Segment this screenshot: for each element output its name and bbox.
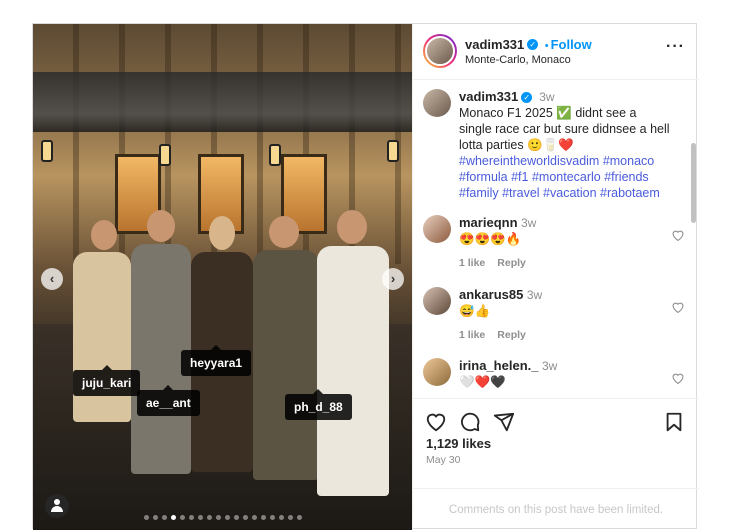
carousel-dot xyxy=(233,515,239,520)
person-head xyxy=(147,210,175,242)
carousel-dot xyxy=(197,515,203,520)
carousel-dot xyxy=(260,515,266,520)
carousel-dot xyxy=(170,515,176,520)
author-username[interactable]: vadim331 xyxy=(465,37,524,52)
lamp xyxy=(159,144,171,166)
post-header: vadim331 ✓ • Follow Monte-Carlo, Monaco ··… xyxy=(413,24,699,80)
more-options-button[interactable]: ··· xyxy=(666,38,685,56)
post-dialog: juju_kari ae__ant heyyara1 ph_d_88 ‹ › v… xyxy=(32,23,699,530)
comment-time: 3w xyxy=(521,216,537,230)
comment-meta: 1 like Reply xyxy=(459,327,671,343)
heart-icon[interactable] xyxy=(425,411,447,433)
person-head xyxy=(337,210,367,244)
post-photo[interactable]: juju_kari ae__ant heyyara1 ph_d_88 ‹ › xyxy=(33,24,412,530)
comment-username[interactable]: ankarus85 xyxy=(459,287,523,302)
carousel-dot xyxy=(161,515,167,520)
user-tag[interactable]: ae__ant xyxy=(137,385,200,416)
carousel-dot xyxy=(224,515,230,520)
person-head xyxy=(209,216,235,250)
comments-limited-notice: Comments on this post have been limited. xyxy=(413,488,699,530)
user-tag[interactable]: heyyara1 xyxy=(181,345,252,376)
caption-time: 3w xyxy=(539,90,555,104)
caption-body: vadim331 ✓ 3w Monaco F1 2025 ✅ didnt see … xyxy=(459,89,671,201)
bookmark-icon[interactable] xyxy=(663,411,685,433)
person-head xyxy=(269,216,299,248)
author-line: vadim331 ✓ • Follow xyxy=(465,36,592,54)
comment-text: 😍😍😍🔥 xyxy=(459,232,522,246)
comment-meta: 1 like Reply xyxy=(459,255,671,271)
comment-time: 3w xyxy=(541,359,558,373)
separator-dot: • xyxy=(544,40,549,52)
carousel-dot xyxy=(143,515,149,520)
caption-username[interactable]: vadim331 xyxy=(459,89,518,104)
lamp xyxy=(269,144,281,166)
carousel-dot xyxy=(287,515,293,520)
reply-button[interactable]: Reply xyxy=(497,329,526,341)
comment-text: 😅👍 xyxy=(459,304,491,318)
verified-badge-icon: ✓ xyxy=(521,92,533,104)
comments-list[interactable]: vadim331 ✓ 3w Monaco F1 2025 ✅ didnt see … xyxy=(413,81,699,397)
avatar[interactable] xyxy=(425,36,455,66)
share-icon[interactable] xyxy=(493,411,515,433)
next-photo-button[interactable]: › xyxy=(382,268,404,290)
post-side-panel: vadim331 ✓ • Follow Monte-Carlo, Monaco ··… xyxy=(412,24,699,530)
post-location[interactable]: Monte-Carlo, Monaco xyxy=(465,54,571,66)
comment-username[interactable]: marieqnn xyxy=(459,215,518,230)
comment-text: 🤍❤️🖤 xyxy=(459,375,506,389)
lamp xyxy=(387,140,399,162)
comment-likes[interactable]: 1 like xyxy=(459,257,485,269)
heart-icon[interactable] xyxy=(671,229,685,241)
post-date[interactable]: May 30 xyxy=(426,454,460,466)
awning xyxy=(33,72,412,132)
reply-button[interactable]: Reply xyxy=(497,257,526,269)
person xyxy=(73,252,131,422)
person-head xyxy=(91,220,117,250)
carousel-dot xyxy=(296,515,302,520)
carousel-dot xyxy=(188,515,194,520)
comment-likes[interactable]: 1 like xyxy=(459,329,485,341)
previous-photo-button[interactable]: ‹ xyxy=(41,268,63,290)
avatar[interactable] xyxy=(423,89,451,117)
follow-button[interactable]: Follow xyxy=(551,37,592,52)
carousel-indicator xyxy=(33,515,412,520)
caption-hashtags[interactable]: #whereintheworldisvadim #monaco #formula… xyxy=(459,153,671,201)
comment-body: ankarus85 3w 😅👍 1 like Reply xyxy=(459,287,671,343)
avatar[interactable] xyxy=(423,287,451,315)
avatar[interactable] xyxy=(423,358,451,386)
carousel-dot xyxy=(251,515,257,520)
heart-icon[interactable] xyxy=(671,372,685,384)
comment-icon[interactable] xyxy=(459,411,481,433)
user-tag[interactable]: ph_d_88 xyxy=(285,389,352,420)
comment-time: 3w xyxy=(526,288,543,302)
person xyxy=(317,246,389,496)
comments-scrollbar[interactable] xyxy=(691,143,696,223)
heart-icon[interactable] xyxy=(671,301,685,313)
caption-text: Monaco F1 2025 ✅ didnt see a single race… xyxy=(459,106,670,152)
author-avatar-ring[interactable] xyxy=(423,34,457,68)
carousel-dot xyxy=(206,515,212,520)
verified-badge-icon: ✓ xyxy=(527,39,539,51)
carousel-dot xyxy=(215,515,221,520)
comment-body: marieqnn 3w 😍😍😍🔥 1 like Reply xyxy=(459,215,671,271)
avatar[interactable] xyxy=(423,215,451,243)
user-tag[interactable]: juju_kari xyxy=(73,365,141,396)
carousel-dot xyxy=(278,515,284,520)
likes-count[interactable]: 1,129 likes xyxy=(426,436,491,451)
lamp xyxy=(41,140,53,162)
carousel-dot xyxy=(152,515,158,520)
carousel-dot xyxy=(179,515,185,520)
comment-body: irina_helen._ 3w 🤍❤️🖤 xyxy=(459,358,671,390)
person xyxy=(253,250,319,480)
carousel-dot xyxy=(269,515,275,520)
carousel-dot xyxy=(242,515,248,520)
comment-username[interactable]: irina_helen._ xyxy=(459,358,538,373)
